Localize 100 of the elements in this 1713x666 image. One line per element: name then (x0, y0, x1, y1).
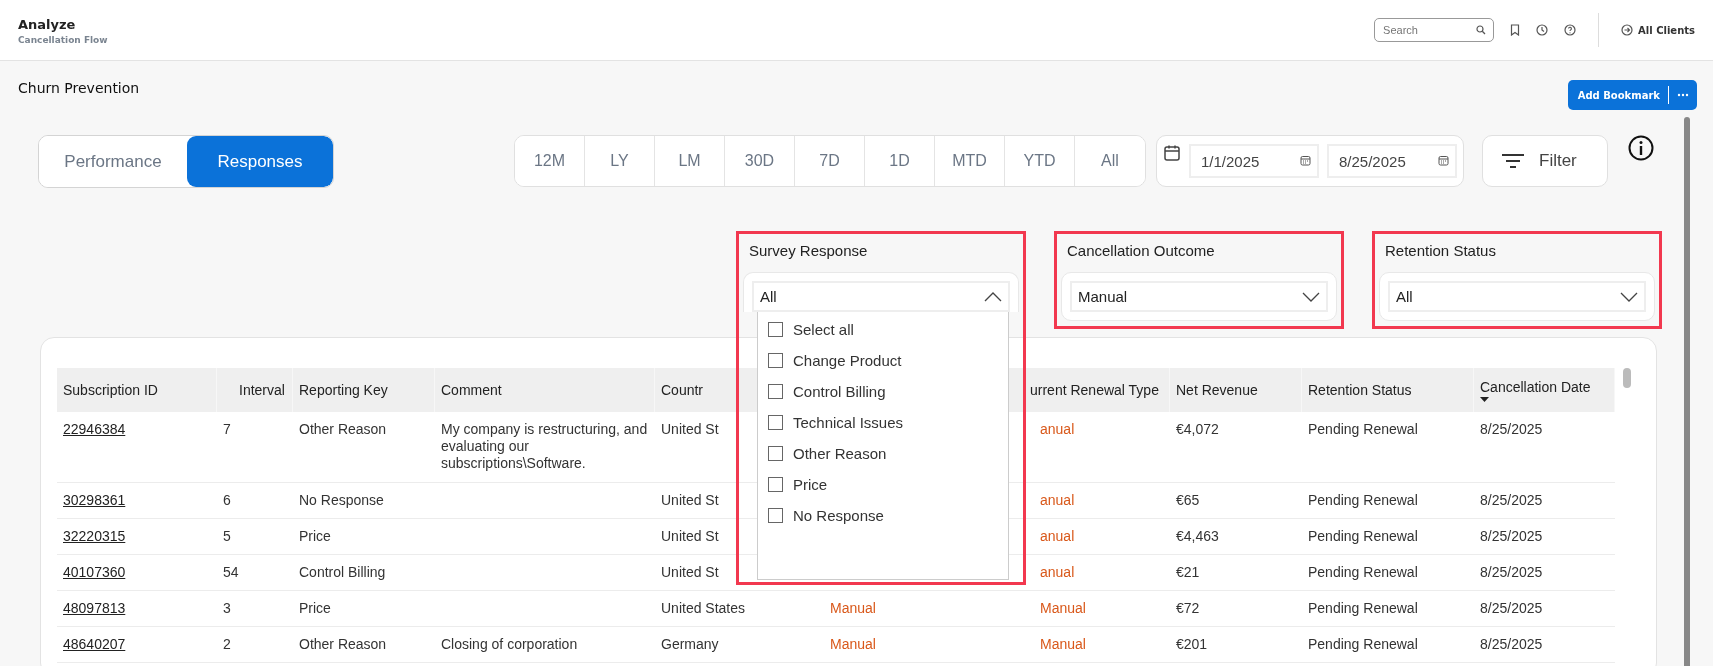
table-cell: Pending Renewal (1308, 564, 1418, 580)
calendar-icon (1300, 155, 1311, 166)
table-cell: No Response (299, 492, 384, 508)
subscription-link[interactable]: 30298361 (63, 492, 126, 508)
client-switcher[interactable]: All Clients (1621, 24, 1695, 36)
checkbox[interactable] (768, 353, 783, 368)
calendar-icon (1438, 155, 1449, 166)
option-item[interactable]: Select all (758, 314, 1008, 345)
table-cell: 8/25/2025 (1480, 600, 1543, 616)
subscription-link[interactable]: 48097813 (63, 600, 126, 616)
option-item[interactable]: No Response (758, 500, 1008, 531)
table-cell: United St (661, 528, 719, 544)
table-cell: 8/25/2025 (1480, 528, 1543, 544)
table-scrollbar[interactable] (1623, 368, 1631, 388)
filter-select[interactable]: All (1388, 281, 1646, 312)
table-cell: €4,463 (1176, 528, 1219, 544)
table-cell: My company is restructuring, and evaluating our subscriptions\Software. (441, 421, 648, 471)
renewal-type-cell: anual (1040, 528, 1075, 544)
history-icon[interactable] (1536, 24, 1549, 36)
filter-label: Survey Response (748, 242, 869, 261)
checkbox[interactable] (768, 384, 783, 399)
column-header[interactable]: Comment (435, 368, 655, 412)
table-cell: Price (299, 528, 331, 544)
table-cell: United States (661, 600, 746, 616)
checkbox[interactable] (768, 446, 783, 461)
checkbox[interactable] (768, 477, 783, 492)
table-cell: Germany (661, 636, 719, 652)
filter-select[interactable]: Manual (1070, 281, 1328, 312)
subscription-link[interactable]: 48640207 (63, 636, 126, 652)
app-subtitle: Cancellation Flow (18, 35, 108, 45)
page-scrollbar[interactable] (1684, 117, 1690, 666)
bookmark-icon[interactable] (1510, 24, 1521, 36)
renewal-type-cell: Manual (1040, 636, 1086, 652)
subscription-link[interactable]: 22946384 (63, 421, 126, 437)
table-cell: Closing of corporation (441, 636, 578, 652)
option-item[interactable]: Other Reason (758, 438, 1008, 469)
filter-label: Cancellation Outcome (1066, 242, 1216, 261)
table-cell: Pending Renewal (1308, 600, 1418, 616)
table-cell: €72 (1176, 600, 1200, 616)
period-button[interactable]: 12M (515, 136, 585, 186)
option-item[interactable]: Price (758, 469, 1008, 500)
view-tab[interactable]: Responses (187, 136, 333, 187)
page-title: Churn Prevention (18, 80, 140, 96)
renewal-type-cell: Manual (830, 636, 876, 652)
table-cell: Control Billing (299, 564, 386, 580)
add-bookmark-button[interactable]: Add Bookmark (1567, 80, 1697, 110)
checkbox[interactable] (768, 322, 783, 337)
search-field[interactable]: Search (1374, 18, 1495, 42)
subscription-link[interactable]: 40107360 (63, 564, 126, 580)
filter-select[interactable]: All (752, 281, 1010, 312)
table-cell: Other Reason (299, 421, 387, 437)
date-field[interactable]: 1/1/2025 (1189, 144, 1319, 178)
clients-icon (1621, 24, 1634, 36)
column-header[interactable]: Reporting Key (293, 368, 435, 412)
more-icon (1677, 93, 1689, 97)
column-header[interactable]: Cancellation Date (1474, 368, 1615, 412)
search-icon (1476, 25, 1487, 35)
table-cell: €21 (1176, 564, 1200, 580)
table-cell: 5 (223, 528, 231, 544)
table-cell: Other Reason (299, 636, 387, 652)
checkbox[interactable] (768, 508, 783, 523)
table-cell: €65 (1176, 492, 1200, 508)
table-cell: 8/25/2025 (1480, 492, 1543, 508)
date-field[interactable]: 8/25/2025 (1327, 144, 1457, 178)
table-cell: 54 (223, 564, 239, 580)
checkbox[interactable] (768, 415, 783, 430)
table-cell: 6 (223, 492, 231, 508)
table-cell: €4,072 (1176, 421, 1219, 437)
table-cell: 2 (223, 636, 231, 652)
renewal-type-cell: Manual (1040, 600, 1086, 616)
filter-icon (1501, 153, 1525, 169)
subscription-link[interactable]: 32220315 (63, 528, 126, 544)
renewal-type-cell: anual (1040, 564, 1075, 580)
table-cell: 8/25/2025 (1480, 421, 1543, 437)
calendar-icon (1163, 144, 1181, 162)
app-title: Analyze (18, 17, 77, 32)
column-header[interactable]: Net Revenue (1170, 368, 1302, 412)
table-cell: €201 (1176, 636, 1208, 652)
table-cell: 7 (223, 421, 231, 437)
table-cell: 3 (223, 600, 231, 616)
filter-label: Retention Status (1384, 242, 1497, 261)
table-cell: United St (661, 564, 719, 580)
column-header[interactable]: Retention Status (1302, 368, 1474, 412)
table-cell: 8/25/2025 (1480, 564, 1543, 580)
table-cell: Pending Renewal (1308, 492, 1418, 508)
help-icon[interactable] (1564, 24, 1577, 36)
table-cell: Price (299, 600, 331, 616)
renewal-type-cell: Manual (830, 600, 876, 616)
filter-button[interactable]: Filter (1482, 135, 1608, 187)
renewal-type-cell: anual (1040, 421, 1075, 437)
info-icon[interactable] (1628, 135, 1654, 161)
table-cell: Pending Renewal (1308, 421, 1418, 437)
table-cell: United St (661, 421, 719, 437)
table-cell: Pending Renewal (1308, 636, 1418, 652)
column-header[interactable]: urrent Renewal Type (1024, 368, 1170, 412)
column-header[interactable]: Interval (217, 368, 293, 412)
renewal-type-cell: anual (1040, 492, 1075, 508)
column-header[interactable]: Subscription ID (57, 368, 217, 412)
table-cell: 8/25/2025 (1480, 636, 1543, 652)
table-cell: Pending Renewal (1308, 528, 1418, 544)
